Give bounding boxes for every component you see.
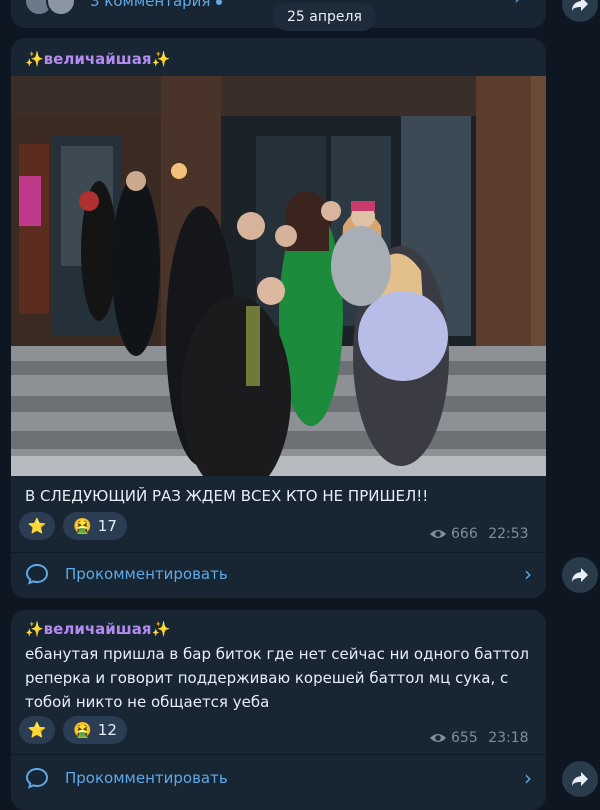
post-meta: 666 22:53 xyxy=(429,526,529,542)
post-time: 23:18 xyxy=(488,730,529,746)
post-photo[interactable] xyxy=(11,76,546,476)
reaction-count: 12 xyxy=(97,721,117,739)
chevron-right-icon: › xyxy=(524,562,532,586)
comment-bubble-icon xyxy=(25,767,49,789)
channel-post-1: ✨величайшая✨ В СЛЕДУЮЩИЙ РАЗ ЖДЕМ ВСЕХ К… xyxy=(11,38,546,598)
comment-label: Прокомментировать xyxy=(65,565,228,583)
share-arrow-icon xyxy=(572,772,588,786)
vomit-face-icon: 🤮 xyxy=(73,517,92,535)
reaction-star[interactable]: ⭐ xyxy=(19,716,55,744)
reaction-star[interactable]: ⭐ xyxy=(19,512,55,540)
unread-dot xyxy=(216,0,223,5)
share-button[interactable] xyxy=(562,557,598,593)
share-button[interactable] xyxy=(562,761,598,797)
post-sender[interactable]: ✨величайшая✨ xyxy=(25,620,170,638)
reaction-vomit[interactable]: 🤮 17 xyxy=(63,512,127,540)
post-time: 22:53 xyxy=(488,526,529,542)
commenter-avatars xyxy=(24,0,80,16)
divider xyxy=(11,754,546,755)
post-text: ебанутая пришла в бар биток где нет сейч… xyxy=(25,645,529,711)
share-arrow-icon xyxy=(572,568,588,582)
eye-icon xyxy=(430,530,446,538)
comments-count-label: 3 комментария xyxy=(90,0,211,10)
divider xyxy=(11,552,546,553)
vomit-face-icon: 🤮 xyxy=(73,721,92,739)
views-count: 666 xyxy=(451,526,478,542)
post-sender[interactable]: ✨величайшая✨ xyxy=(25,50,170,68)
share-button[interactable] xyxy=(562,0,598,22)
comment-bubble-icon xyxy=(25,563,49,585)
comment-button[interactable]: Прокомментировать › xyxy=(25,562,532,586)
views-count: 655 xyxy=(451,730,478,746)
group-photo-illustration xyxy=(11,76,546,476)
comment-label: Прокомментировать xyxy=(65,769,228,787)
eye-icon xyxy=(430,734,446,742)
channel-post-2: ✨величайшая✨ ебанутая пришла в бар биток… xyxy=(11,610,546,810)
comment-button[interactable]: Прокомментировать › xyxy=(25,766,532,790)
reaction-vomit[interactable]: 🤮 12 xyxy=(63,716,127,744)
post-caption: В СЛЕДУЮЩИЙ РАЗ ЖДЕМ ВСЕХ КТО НЕ ПРИШЕЛ!… xyxy=(25,487,429,505)
comments-count-link[interactable]: 3 комментария xyxy=(90,0,223,10)
share-arrow-icon xyxy=(572,0,588,11)
date-separator: 25 апреля xyxy=(273,3,376,31)
chevron-right-icon[interactable]: › xyxy=(514,0,521,9)
star-icon: ⭐ xyxy=(27,517,47,535)
reaction-count: 17 xyxy=(97,517,117,535)
post-meta: 655 23:18 xyxy=(429,730,529,746)
star-icon: ⭐ xyxy=(27,721,47,739)
chevron-right-icon: › xyxy=(524,766,532,790)
